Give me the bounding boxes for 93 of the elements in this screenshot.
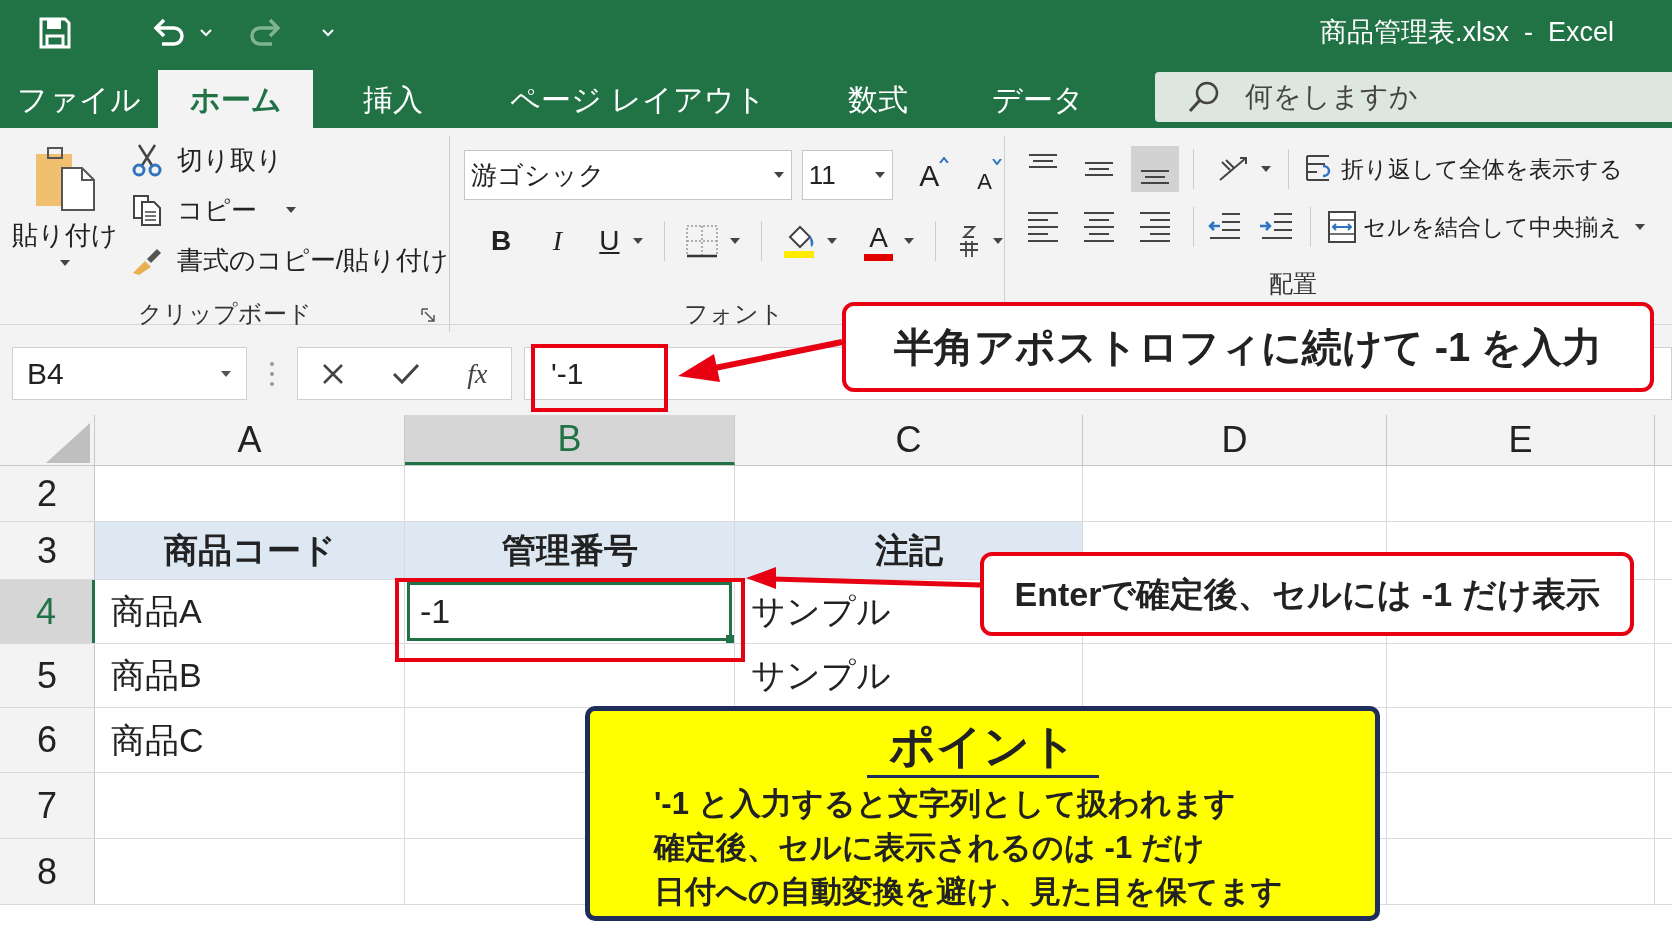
window-title: 商品管理表.xlsx - Excel [1319, 16, 1614, 50]
row-header[interactable]: 4 [0, 580, 95, 643]
ribbon-tab[interactable]: ページ レイアウト [473, 70, 803, 128]
cell-text: 注記 [874, 530, 943, 571]
ribbon-tab[interactable]: データ [953, 70, 1123, 128]
clipboard-copy-button[interactable]: コピー [130, 192, 449, 228]
column-header[interactable]: B [405, 415, 735, 465]
caret-down-icon [992, 158, 1002, 165]
row-header[interactable]: 6 [0, 708, 95, 772]
fill-color-icon[interactable] [782, 223, 816, 259]
caret-icon [220, 369, 232, 378]
active-cell[interactable]: -1 [407, 582, 732, 641]
align-icon [1028, 154, 1058, 168]
point-text: 確定後、セルに表示されるのは -1 だけ [654, 829, 1206, 867]
caret-icon [1634, 223, 1646, 231]
caret-up-icon [939, 156, 950, 163]
undo-icon[interactable] [152, 17, 186, 48]
merge-center-button[interactable]: セルを結合して中央揃え [1327, 209, 1646, 245]
row-header[interactable]: 5 [0, 644, 95, 707]
group-label: 配置 [1269, 269, 1317, 299]
row-header[interactable]: 8 [0, 839, 95, 904]
scissors-icon [130, 143, 163, 177]
borders-icon[interactable] [685, 224, 720, 258]
callout: Enterで確定後、セルには -1 だけ表示 [980, 552, 1634, 636]
underline-button[interactable]: U [596, 220, 623, 262]
decrease-indent-icon[interactable] [1208, 212, 1242, 242]
align-bottom-button[interactable] [1131, 146, 1179, 192]
ribbon-tab[interactable]: ファイル [0, 70, 158, 128]
italic-button[interactable]: I [540, 220, 575, 262]
cancel-icon[interactable] [321, 361, 346, 386]
caret-icon [59, 259, 72, 267]
search-box[interactable]: 何をしますか [1155, 72, 1672, 122]
group-label: フォント [684, 299, 784, 329]
point-title: ポイント [866, 717, 1099, 778]
clipboard-format-painter-button[interactable]: 書式のコピー/貼り付け [130, 242, 449, 278]
align-icon [1084, 162, 1114, 176]
align-icon [1028, 212, 1058, 242]
caret-icon [772, 171, 785, 179]
paste-button[interactable]: 貼り付け [0, 136, 131, 296]
caret-icon [874, 171, 887, 179]
callout: 半角アポストロフィに続けて -1 を入力 [842, 302, 1654, 392]
point-text: '-1 と入力すると文字列として扱われます [654, 785, 1237, 823]
search-icon [1187, 80, 1221, 114]
caret-icon[interactable] [992, 237, 1004, 245]
name-box[interactable]: B4 [12, 347, 247, 400]
save-icon[interactable] [38, 15, 72, 50]
dialog-launcher-icon[interactable] [421, 308, 435, 322]
shrink-font-button[interactable]: A [975, 158, 1004, 198]
cell-text: 商品B [111, 655, 202, 696]
formula-value[interactable]: '-1 [551, 351, 584, 396]
caret-icon[interactable] [284, 206, 297, 214]
point-text: 日付への自動変換を避け、見た目を保てます [654, 873, 1283, 911]
cell-text: 管理番号 [501, 530, 638, 571]
row-header[interactable]: 2 [0, 466, 95, 521]
merge-cells-icon [1327, 210, 1357, 244]
ribbon-tab[interactable]: ホーム [158, 70, 313, 128]
caret-icon[interactable] [903, 237, 916, 245]
column-header[interactable]: C [735, 415, 1083, 465]
wrap-text-button[interactable]: 折り返して全体を表示する [1305, 151, 1623, 187]
font-size-dropdown[interactable]: 11 [801, 150, 894, 200]
fill-handle[interactable] [726, 635, 734, 643]
cell-text: 商品C [111, 719, 204, 761]
customize-caret-icon[interactable] [322, 28, 334, 37]
grow-font-button[interactable]: A [917, 152, 952, 198]
row-header[interactable]: 3 [0, 522, 95, 579]
ribbon-tab[interactable]: 数式 [803, 70, 953, 128]
increase-indent-icon[interactable] [1260, 212, 1294, 242]
row-header[interactable]: 7 [0, 773, 95, 838]
insert-function-button[interactable]: fx [467, 352, 488, 395]
font-color-button[interactable]: A [864, 221, 894, 261]
cell-text: 商品A [111, 591, 202, 632]
cell-text: 商品コード [163, 530, 336, 571]
copy-icon [130, 193, 163, 227]
grip-icon [269, 361, 275, 387]
caret-icon[interactable] [632, 237, 645, 245]
ribbon-tab[interactable]: 挿入 [313, 70, 473, 128]
align-icon [1140, 170, 1170, 184]
cell-text: サンプル [751, 655, 891, 696]
align-icon [1084, 212, 1114, 242]
clipboard-cut-button[interactable]: 切り取り [130, 142, 449, 178]
cell-text: サンプル [751, 591, 891, 632]
align-icon [1140, 212, 1170, 242]
column-header[interactable]: E [1387, 415, 1655, 465]
group-label: クリップボード [137, 299, 312, 329]
check-icon[interactable] [392, 361, 421, 386]
caret-icon[interactable] [729, 237, 742, 245]
bold-button[interactable]: B [484, 220, 519, 262]
caret-icon[interactable] [200, 28, 212, 37]
caret-icon[interactable] [826, 237, 838, 245]
column-header[interactable]: D [1083, 415, 1387, 465]
caret-icon[interactable] [1260, 165, 1272, 173]
search-field[interactable]: 何をしますか [1245, 76, 1545, 118]
font-name-dropdown[interactable]: 游ゴシック [464, 150, 792, 200]
